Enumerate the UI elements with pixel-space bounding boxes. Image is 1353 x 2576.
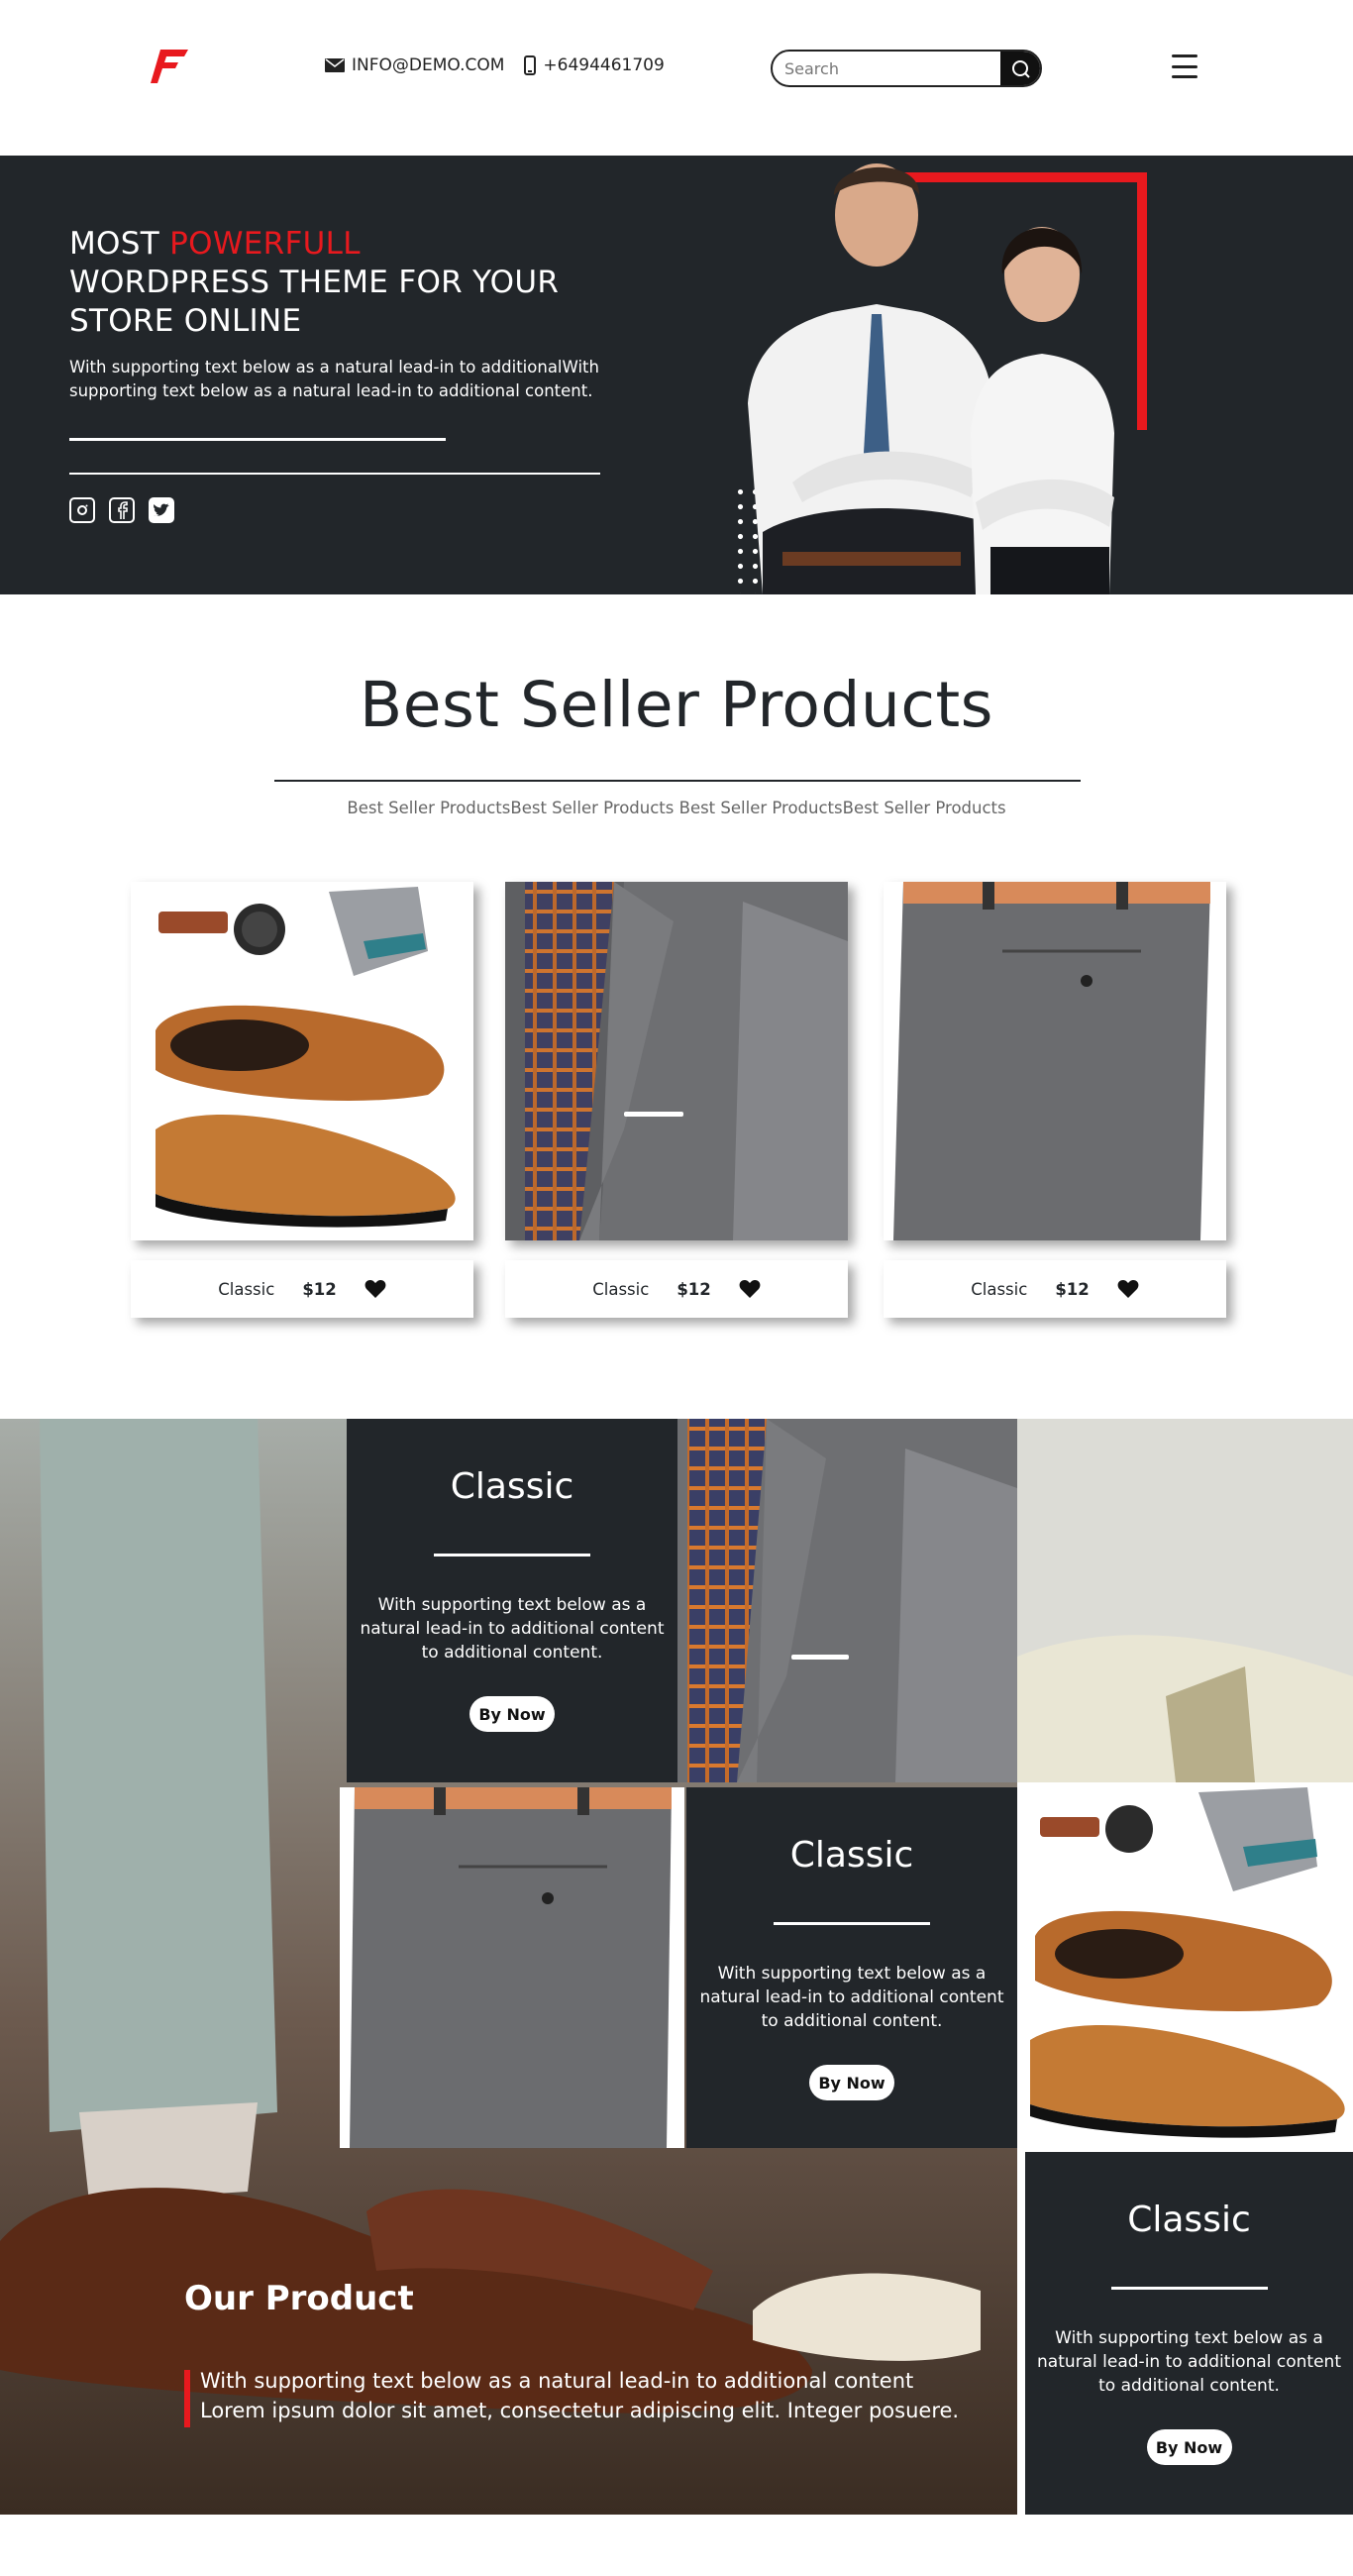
our-product-accent-bar	[184, 2370, 190, 2427]
contact-info: INFO@DEMO.COM +6494461709	[325, 55, 665, 75]
buy-now-button[interactable]: By Now	[1146, 2429, 1232, 2465]
mail-icon	[325, 58, 345, 72]
product-name: Classic	[592, 1279, 650, 1299]
hero-divider-long	[69, 473, 600, 475]
product-info-bar: Classic $12	[505, 1260, 848, 1318]
hero-description: With supporting text below as a natural …	[69, 358, 599, 400]
jacket-tile-image	[677, 1419, 1017, 1782]
search-icon	[1012, 60, 1030, 78]
promo-text: With supporting text below as a natural …	[699, 1964, 1004, 2031]
shoes-tile-image	[1020, 1787, 1353, 2148]
product-card[interactable]	[131, 882, 473, 1240]
promo-card: Classic With supporting text below as a …	[347, 1419, 677, 1782]
logo-icon[interactable]	[151, 48, 190, 85]
our-product-line: With supporting text below as a natural …	[200, 2369, 914, 2393]
phone-icon	[524, 55, 537, 75]
hero-title: MOST POWERFULL WORDPRESS THEME FOR YOUR …	[69, 225, 624, 341]
heart-icon[interactable]	[364, 1279, 386, 1299]
hero-divider	[69, 438, 446, 441]
promo-title: Classic	[789, 1835, 914, 1876]
product-price: $12	[676, 1279, 711, 1299]
best-seller-divider	[274, 780, 1081, 782]
product-price: $12	[1055, 1279, 1090, 1299]
search-button[interactable]	[1000, 52, 1040, 85]
heart-icon[interactable]	[739, 1279, 761, 1299]
hero-title-rest: WORDPRESS THEME FOR YOUR STORE ONLINE	[69, 265, 560, 339]
promo-title: Classic	[450, 1466, 574, 1507]
instagram-icon[interactable]	[69, 497, 95, 523]
facebook-icon[interactable]	[109, 497, 135, 523]
product-name: Classic	[971, 1279, 1028, 1299]
promo-text: With supporting text below as a natural …	[1037, 2328, 1341, 2396]
menu-icon[interactable]	[1172, 54, 1197, 78]
promo-divider	[434, 1554, 590, 1556]
phone-text: +6494461709	[543, 55, 665, 75]
phone-link[interactable]: +6494461709	[524, 55, 665, 75]
social-links	[69, 497, 174, 523]
hero-banner: MOST POWERFULL WORDPRESS THEME FOR YOUR …	[0, 156, 1353, 594]
promo-title: Classic	[1127, 2200, 1251, 2240]
email-link[interactable]: INFO@DEMO.COM	[325, 55, 504, 75]
product-image-trousers	[884, 882, 1226, 1240]
buy-now-button[interactable]: By Now	[809, 2065, 894, 2100]
fabric-tile-image	[1017, 1419, 1353, 1782]
best-seller-title: Best Seller Products	[360, 669, 993, 741]
product-name: Classic	[218, 1279, 275, 1299]
promo-card: Classic With supporting text below as a …	[1025, 2152, 1353, 2515]
product-card[interactable]	[884, 882, 1226, 1240]
best-seller-subtitle: Best Seller ProductsBest Seller Products…	[347, 799, 1006, 817]
our-product-line: Lorem ipsum dolor sit amet, consectetur …	[200, 2399, 960, 2422]
promo-card: Classic With supporting text below as a …	[686, 1787, 1017, 2148]
search-input[interactable]	[773, 52, 1000, 85]
product-card[interactable]	[505, 882, 848, 1240]
promo-divider	[774, 1922, 930, 1925]
email-text: INFO@DEMO.COM	[352, 55, 505, 75]
promo-divider	[1110, 2287, 1268, 2290]
product-info-bar: Classic $12	[884, 1260, 1226, 1318]
hero-title-prefix: MOST	[69, 226, 170, 262]
heart-icon[interactable]	[1117, 1279, 1139, 1299]
product-info-bar: Classic $12	[131, 1260, 473, 1318]
site-header: INFO@DEMO.COM +6494461709	[0, 0, 1353, 156]
product-price: $12	[302, 1279, 337, 1299]
trousers-tile-image	[340, 1787, 684, 2148]
hero-title-accent: POWERFULL	[169, 226, 361, 262]
search-box	[771, 50, 1042, 87]
product-image-shoes	[131, 882, 473, 1240]
our-product-title: Our Product	[184, 2279, 414, 2318]
twitter-icon[interactable]	[149, 497, 174, 523]
product-image-jacket	[505, 882, 848, 1240]
promo-text: With supporting text below as a natural …	[360, 1595, 665, 1663]
hero-people-image	[748, 163, 1114, 594]
our-product-text: With supporting text below as a natural …	[200, 2366, 973, 2425]
buy-now-button[interactable]: By Now	[469, 1696, 555, 1732]
